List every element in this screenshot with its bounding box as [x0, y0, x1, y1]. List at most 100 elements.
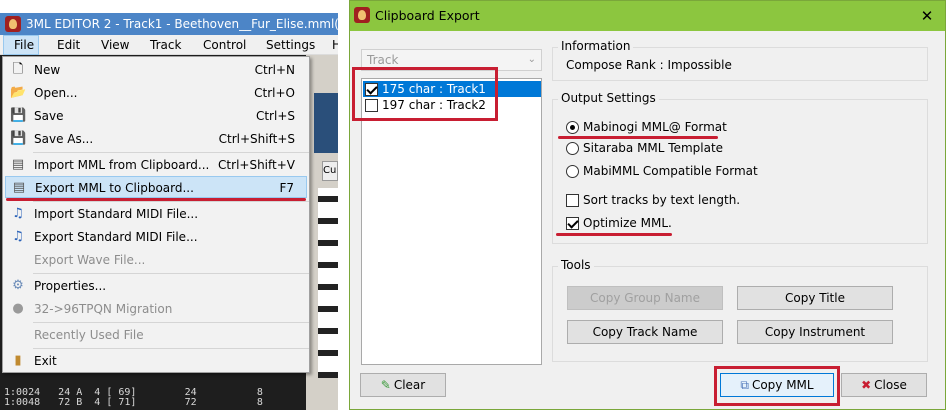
menu-separator [33, 201, 309, 202]
copy-instrument-button[interactable]: Copy Instrument [737, 320, 893, 344]
dialog-title: Clipboard Export [375, 8, 480, 23]
format-label-mabimml: MabiMML Compatible Format [583, 164, 758, 178]
import-midi-icon: ♫ [12, 206, 24, 221]
menu-item-label: New [34, 63, 61, 77]
background-button: Cu [322, 161, 338, 181]
menu-item-label: 32->96TPQN Migration [34, 302, 173, 316]
event-row: 1:0048 72 B 4 [ 71] 72 8 [4, 397, 263, 408]
format-label-sitaraba: Sitaraba MML Template [583, 141, 724, 155]
menu-separator [33, 322, 309, 323]
menu-separator [33, 273, 309, 274]
close-button-label: Close [874, 378, 907, 392]
menu-item-new[interactable]: 🗋 New Ctrl+N [5, 59, 307, 81]
clear-button[interactable]: ✎ Clear [360, 373, 446, 397]
menu-item-recent-files: Recently Used File [5, 324, 307, 346]
menu-item-save[interactable]: 💾 Save Ctrl+S [5, 105, 307, 127]
save-as-icon: 💾 [10, 131, 27, 146]
background-piano-roll [314, 93, 338, 153]
menu-item-migration: ● 32->96TPQN Migration [5, 298, 307, 320]
output-settings-label: Output Settings [558, 91, 659, 105]
app-icon [354, 7, 370, 23]
exit-icon: ▮ [14, 353, 22, 368]
menu-view[interactable]: View [101, 38, 129, 52]
menu-item-shortcut: Ctrl+Shift+V [218, 158, 295, 172]
red-underline-optimize [556, 233, 672, 236]
menu-item-shortcut: Ctrl+Shift+S [218, 132, 295, 146]
event-list: 1:0024 24 A 4 [ 69] 24 8 1:0048 72 B 4 [ … [4, 388, 304, 408]
output-settings-group: Output Settings Mabinogi MML@ Format Sit… [552, 91, 928, 244]
track-list[interactable]: 175 char : Track1 197 char : Track2 [361, 78, 542, 365]
chevron-down-icon: ⌄ [527, 54, 536, 65]
format-radio-sitaraba[interactable] [566, 142, 579, 155]
menu-item-label: Save [34, 109, 64, 123]
menu-item-export-midi[interactable]: ♫ Export Standard MIDI File... [5, 226, 307, 248]
close-icon: ✖ [861, 378, 872, 392]
sort-tracks-label: Sort tracks by text length. [583, 193, 741, 207]
menu-settings[interactable]: Settings [266, 38, 315, 52]
red-box-copy-mml [714, 366, 840, 406]
menu-track[interactable]: Track [150, 38, 181, 52]
menu-item-label: Properties... [34, 279, 107, 293]
export-mml-icon: ▤ [12, 180, 26, 195]
new-file-icon: 🗋 [12, 62, 24, 77]
optimize-mml-checkbox[interactable] [566, 217, 579, 230]
menu-item-label: Import Standard MIDI File... [34, 207, 199, 221]
menu-item-label: Export Standard MIDI File... [34, 230, 198, 244]
import-mml-icon: ▤ [11, 157, 25, 172]
compose-rank-text: Compose Rank : Impossible [566, 58, 732, 72]
sort-tracks-checkbox[interactable] [566, 194, 579, 207]
close-button[interactable]: ✖ Close [841, 373, 927, 397]
copy-group-name-button: Copy Group Name [567, 286, 723, 310]
menu-item-label: Export Wave File... [34, 253, 146, 267]
menu-item-open[interactable]: 📂 Open... Ctrl+O [5, 82, 307, 104]
dialog-titlebar: Clipboard Export ✕ [350, 1, 945, 31]
menu-item-import-midi[interactable]: ♫ Import Standard MIDI File... [5, 203, 307, 225]
information-label: Information [558, 39, 634, 53]
menu-item-properties[interactable]: ⚙ Properties... [5, 275, 307, 297]
menu-help[interactable]: H [332, 38, 338, 52]
menu-control[interactable]: Control [203, 38, 246, 52]
menu-item-label: Save As... [34, 132, 94, 146]
menu-item-shortcut: F7 [279, 181, 294, 195]
file-menu-dropdown: 🗋 New Ctrl+N 📂 Open... Ctrl+O 💾 Save Ctr… [2, 56, 310, 373]
format-radio-mabimml[interactable] [566, 165, 579, 178]
editor-title: 3ML EDITOR 2 - Track1 - Beethoven__Fur_E… [26, 17, 338, 31]
format-label-mabinogi: Mabinogi MML@ Format [583, 120, 727, 134]
red-underline-mabinogi-format [558, 136, 718, 139]
copy-title-button[interactable]: Copy Title [737, 286, 893, 310]
menu-item-shortcut: Ctrl+S [255, 109, 295, 123]
migration-icon: ● [12, 301, 24, 316]
close-icon[interactable]: ✕ [916, 8, 938, 25]
menu-item-save-as[interactable]: 💾 Save As... Ctrl+Shift+S [5, 128, 307, 150]
editor-titlebar: 3ML EDITOR 2 - Track1 - Beethoven__Fur_E… [0, 13, 338, 35]
menu-item-export-wave: Export Wave File... [5, 249, 307, 271]
menu-edit[interactable]: Edit [57, 38, 80, 52]
copy-track-name-button[interactable]: Copy Track Name [567, 320, 723, 344]
menu-item-label: Export MML to Clipboard... [35, 181, 194, 195]
menu-item-export-mml[interactable]: ▤ Export MML to Clipboard... F7 [5, 176, 307, 198]
export-midi-icon: ♫ [12, 229, 24, 244]
properties-icon: ⚙ [12, 278, 24, 293]
menubar: File Edit View Track Control Settings H [0, 35, 338, 55]
menu-file[interactable]: File [3, 35, 39, 55]
clear-button-label: Clear [393, 378, 426, 392]
format-radio-mabinogi[interactable] [566, 121, 579, 134]
menu-item-exit[interactable]: ▮ Exit [5, 350, 307, 372]
open-folder-icon: 📂 [10, 85, 27, 100]
optimize-mml-label: Optimize MML. [583, 216, 672, 230]
menu-item-label: Open... [34, 86, 78, 100]
background-keyboard [318, 188, 338, 378]
clipboard-export-dialog: Clipboard Export ✕ Track ⌄ 175 char : Tr… [349, 0, 946, 410]
menu-item-import-mml[interactable]: ▤ Import MML from Clipboard... Ctrl+Shif… [5, 154, 307, 176]
menu-item-label: Exit [34, 354, 57, 368]
track-combo-value: Track [367, 53, 399, 67]
information-group: Information Compose Rank : Impossible [552, 39, 928, 81]
menu-item-shortcut: Ctrl+N [254, 63, 295, 77]
tools-label: Tools [558, 258, 594, 272]
menu-separator [33, 348, 309, 349]
menu-separator [33, 152, 309, 153]
red-underline-export [6, 198, 306, 201]
menu-item-label: Import MML from Clipboard... [34, 158, 210, 172]
red-box-track-list [352, 67, 498, 121]
tools-group: Tools Copy Group Name Copy Title Copy Tr… [552, 258, 928, 362]
